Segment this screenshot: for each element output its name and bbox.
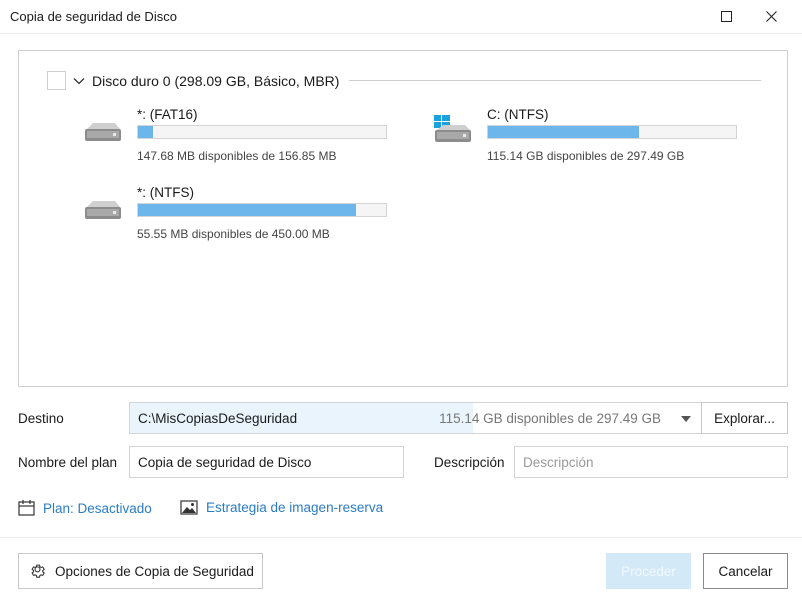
partition-info: 115.14 GB disponibles de 297.49 GB [487, 149, 685, 163]
title-bar: Copia de seguridad de Disco [0, 0, 802, 34]
maximize-icon [720, 10, 732, 22]
destination-path: C:\MisCopiasDeSeguridad [138, 411, 298, 426]
usage-bar [487, 125, 737, 139]
destination-select[interactable]: C:\MisCopiasDeSeguridad 115.14 GB dispon… [129, 402, 702, 434]
close-button[interactable] [751, 0, 791, 32]
partition-name: C: (NTFS) [487, 107, 549, 122]
backup-options-button[interactable]: Opciones de Copia de Seguridad [18, 553, 263, 589]
backup-options-label: Opciones de Copia de Seguridad [55, 563, 254, 579]
divider [349, 80, 761, 81]
proceed-button[interactable]: Proceder [606, 553, 691, 589]
close-icon [765, 10, 777, 22]
dropdown-arrow-icon[interactable] [681, 416, 691, 422]
partition-name: *: (NTFS) [137, 185, 194, 200]
image-strategy-link[interactable]: Estrategia de imagen-reserva [180, 500, 383, 515]
usage-fill [138, 126, 153, 138]
drive-icon [85, 201, 121, 219]
gear-icon [31, 564, 45, 578]
calendar-icon [18, 500, 35, 516]
image-strategy-label: Estrategia de imagen-reserva [206, 500, 384, 515]
description-label: Descripción [434, 455, 505, 470]
chevron-down-icon[interactable] [72, 74, 86, 88]
maximize-button[interactable] [706, 0, 746, 32]
disk-title: Disco duro 0 (298.09 GB, Básico, MBR) [92, 73, 340, 89]
usage-bar [137, 125, 387, 139]
drive-icon [85, 123, 121, 141]
window-title: Copia de seguridad de Disco [10, 9, 177, 24]
image-icon [180, 500, 198, 515]
partition-name: *: (FAT16) [137, 107, 198, 122]
disk-header: Disco duro 0 (298.09 GB, Básico, MBR) [47, 71, 761, 91]
destination-label: Destino [18, 411, 64, 426]
destination-space: 115.14 GB disponibles de 297.49 GB [439, 411, 661, 426]
browse-button[interactable]: Explorar... [701, 402, 788, 434]
plan-name-input[interactable] [129, 446, 404, 478]
partition-item[interactable]: *: (NTFS) 55.55 MB disponibles de 450.00… [83, 185, 387, 245]
partition-item[interactable]: *: (FAT16) 147.68 MB disponibles de 156.… [83, 107, 387, 167]
cancel-button[interactable]: Cancelar [703, 553, 788, 589]
windows-drive-icon [434, 115, 471, 142]
partition-info: 55.55 MB disponibles de 450.00 MB [137, 227, 330, 241]
divider [0, 537, 802, 538]
partition-item[interactable]: C: (NTFS) 115.14 GB disponibles de 297.4… [433, 107, 737, 167]
schedule-link-label: Plan: Desactivado [43, 500, 152, 516]
plan-name-label: Nombre del plan [18, 455, 118, 470]
disk-panel: Disco duro 0 (298.09 GB, Básico, MBR) *:… [18, 50, 788, 387]
description-input[interactable] [514, 446, 788, 478]
usage-bar [137, 203, 387, 217]
usage-fill [138, 204, 357, 216]
partition-info: 147.68 MB disponibles de 156.85 MB [137, 149, 337, 163]
usage-fill [488, 126, 640, 138]
disk-checkbox[interactable] [47, 71, 66, 90]
schedule-link[interactable]: Plan: Desactivado [18, 500, 152, 516]
